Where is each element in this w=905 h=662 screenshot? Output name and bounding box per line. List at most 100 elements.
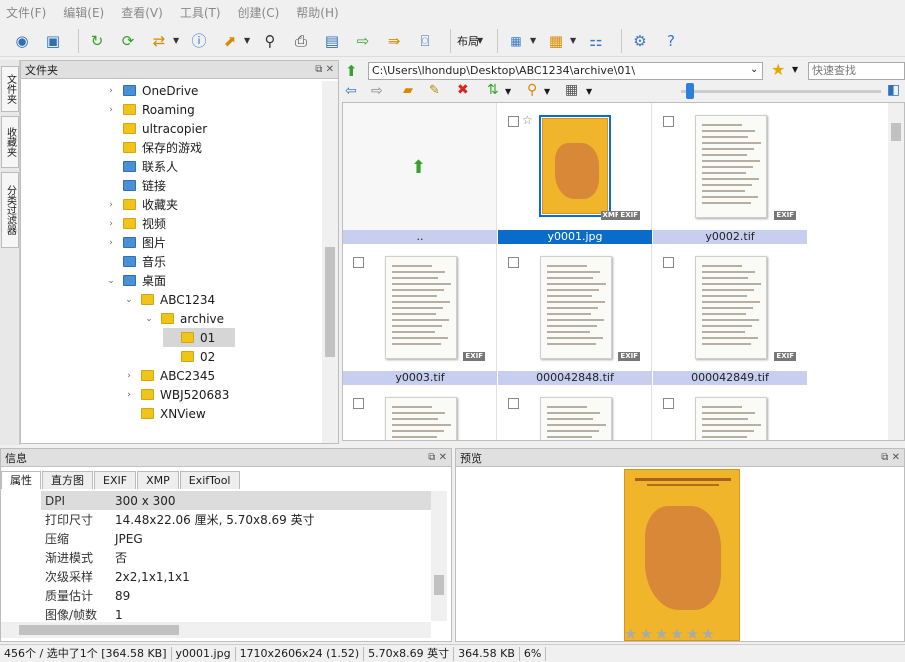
calendar-icon[interactable]: ▦ (504, 29, 528, 53)
restore-panel-icon[interactable]: ◧ (887, 82, 900, 98)
menu-edit[interactable]: 编辑(E) (63, 4, 104, 21)
copy-to-icon[interactable]: ⇨ (351, 29, 375, 53)
camera-icon[interactable]: ⌼ (413, 29, 437, 53)
tree-item[interactable]: 01 (163, 328, 236, 347)
menu-tools[interactable]: 工具(T) (180, 4, 221, 21)
refresh-icon[interactable]: ↻ (85, 29, 109, 53)
tab-histogram[interactable]: 直方图 (42, 471, 93, 489)
path-field[interactable]: C:\Users\lhondup\Desktop\ABC1234\archive… (368, 62, 763, 80)
thumbnail-cell[interactable] (653, 385, 807, 440)
tree-item[interactable]: XNView (123, 404, 206, 423)
convert-icon[interactable]: ⇄ (147, 29, 171, 53)
expand-arrow-icon[interactable]: › (105, 238, 117, 248)
open-with-dropdown-icon[interactable]: ▼ (244, 36, 252, 45)
expand-arrow-icon[interactable]: › (123, 371, 135, 381)
tree-item[interactable]: 音乐 (105, 252, 166, 271)
tree-item[interactable]: 保存的游戏 (105, 138, 202, 157)
expand-arrow-icon[interactable]: › (105, 200, 117, 210)
tree-icon[interactable]: ⚏ (584, 29, 608, 53)
rating-star-icon[interactable]: ☆ (522, 113, 533, 127)
menu-file[interactable]: 文件(F) (6, 4, 46, 21)
expand-arrow-icon[interactable]: ⌄ (143, 314, 155, 324)
select-checkbox[interactable] (663, 257, 674, 268)
tree-item[interactable]: 链接 (105, 176, 166, 195)
menu-create[interactable]: 创建(C) (238, 4, 280, 21)
thumbnail-cell[interactable]: ⬆.. (343, 103, 497, 244)
tree-scrollbar[interactable] (322, 81, 338, 443)
forward-icon[interactable]: ⇨ (371, 83, 383, 99)
select-checkbox[interactable] (508, 398, 519, 409)
quick-search-input[interactable]: 快速查找 (808, 62, 905, 80)
move-to-icon[interactable]: ⇛ (382, 29, 406, 53)
bookmark-dropdown-icon[interactable]: ▼ (570, 36, 578, 45)
expand-arrow-icon[interactable]: ⌄ (105, 276, 117, 286)
tree-item[interactable]: ⌄ 桌面 (105, 271, 166, 290)
binoculars-icon[interactable]: ⚲ (258, 29, 282, 53)
tree-item[interactable]: 02 (163, 347, 215, 366)
grid-scrollbar-thumb[interactable] (891, 123, 901, 141)
tree-item[interactable]: › 图片 (105, 233, 166, 252)
thumbnail-size-slider[interactable] (681, 90, 881, 93)
rename-icon[interactable]: ✎ (429, 83, 440, 98)
star-icon[interactable]: ★ (670, 625, 683, 643)
filter-dropdown-icon[interactable]: ▼ (544, 87, 550, 96)
sort-dropdown-icon[interactable]: ▼ (505, 87, 511, 96)
select-checkbox[interactable] (663, 398, 674, 409)
thumbnail-cell[interactable] (343, 385, 497, 440)
path-dropdown-icon[interactable]: ⌄ (750, 64, 758, 75)
tab-category-filter[interactable]: 分类过滤器 (1, 172, 19, 248)
delete-icon[interactable]: ✖ (457, 82, 469, 98)
tree-item[interactable]: ultracopier (105, 119, 207, 138)
menu-view[interactable]: 查看(V) (121, 4, 163, 21)
tree-item[interactable]: › WBJ520683 (123, 385, 229, 404)
expand-arrow-icon[interactable]: › (123, 390, 135, 400)
refresh-all-icon[interactable]: ⟳ (116, 29, 140, 53)
tree-item[interactable]: › OneDrive (105, 81, 198, 100)
menu-help[interactable]: 帮助(H) (296, 4, 338, 21)
tree-item[interactable]: 联系人 (105, 157, 178, 176)
thumbnail-cell[interactable]: EXIF 000042849.tif (653, 244, 807, 385)
tab-exif[interactable]: EXIF (94, 471, 137, 489)
convert-dropdown-icon[interactable]: ▼ (173, 36, 181, 45)
tab-exiftool[interactable]: ExifTool (179, 471, 240, 489)
thumbnail-cell[interactable]: EXIF 000042848.tif (498, 244, 652, 385)
view-mode-dropdown-icon[interactable]: ▼ (586, 87, 592, 96)
props-scrollbar[interactable] (431, 491, 447, 621)
tree-item[interactable]: › Roaming (105, 100, 195, 119)
rating-stars[interactable]: ★ ★ ★ ★ ★ ★ (624, 625, 717, 643)
thumbnail-cell[interactable] (498, 385, 652, 440)
calendar-dropdown-icon[interactable]: ▼ (530, 36, 538, 45)
star-icon[interactable]: ★ (771, 60, 785, 79)
tab-folders[interactable]: 文件夹 (1, 66, 19, 112)
select-checkbox[interactable] (663, 116, 674, 127)
expand-arrow-icon[interactable]: ⌄ (123, 295, 135, 305)
tree-item[interactable]: ⌄ ABC1234 (123, 290, 215, 309)
info-icon[interactable]: ⓘ (187, 29, 211, 53)
tab-favorites[interactable]: 收藏夹 (1, 116, 19, 168)
scan-icon[interactable]: ▤ (320, 29, 344, 53)
bookmark-icon[interactable]: ▦ (544, 29, 568, 53)
tree-item[interactable]: › 视频 (105, 214, 166, 233)
props-hscrollbar-thumb[interactable] (19, 625, 179, 635)
open-with-icon[interactable]: ⬈ (218, 29, 242, 53)
filter-icon[interactable]: ⚲ (527, 82, 537, 98)
new-folder-icon[interactable]: ▰ (403, 83, 413, 98)
browser-icon[interactable]: ◉ (10, 29, 34, 53)
select-checkbox[interactable] (353, 398, 364, 409)
thumbnail-size-slider-thumb[interactable] (686, 83, 694, 99)
grid-scrollbar[interactable] (888, 103, 904, 440)
star-icon[interactable]: ★ (639, 625, 652, 643)
favorite-dropdown-icon[interactable]: ▼ (792, 65, 798, 74)
sort-icon[interactable]: ⇅ (487, 82, 499, 98)
props-scrollbar-thumb[interactable] (434, 575, 444, 595)
tree-item[interactable]: ⌄ archive (143, 309, 224, 328)
thumbnail-cell[interactable]: ☆ XMP EXIF y0001.jpg (498, 103, 652, 244)
layout-dropdown-icon[interactable]: ▼ (477, 36, 485, 45)
tree-item[interactable]: › 收藏夹 (105, 195, 178, 214)
panel-controls[interactable]: ⧉ ✕ (881, 452, 900, 463)
panel-controls[interactable]: ⧉ ✕ (315, 64, 334, 75)
star-icon[interactable]: ★ (655, 625, 668, 643)
thumbnail-cell[interactable]: EXIF y0002.tif (653, 103, 807, 244)
tab-properties[interactable]: 属性 (1, 471, 41, 489)
gear-icon[interactable]: ⚙ (628, 29, 652, 53)
